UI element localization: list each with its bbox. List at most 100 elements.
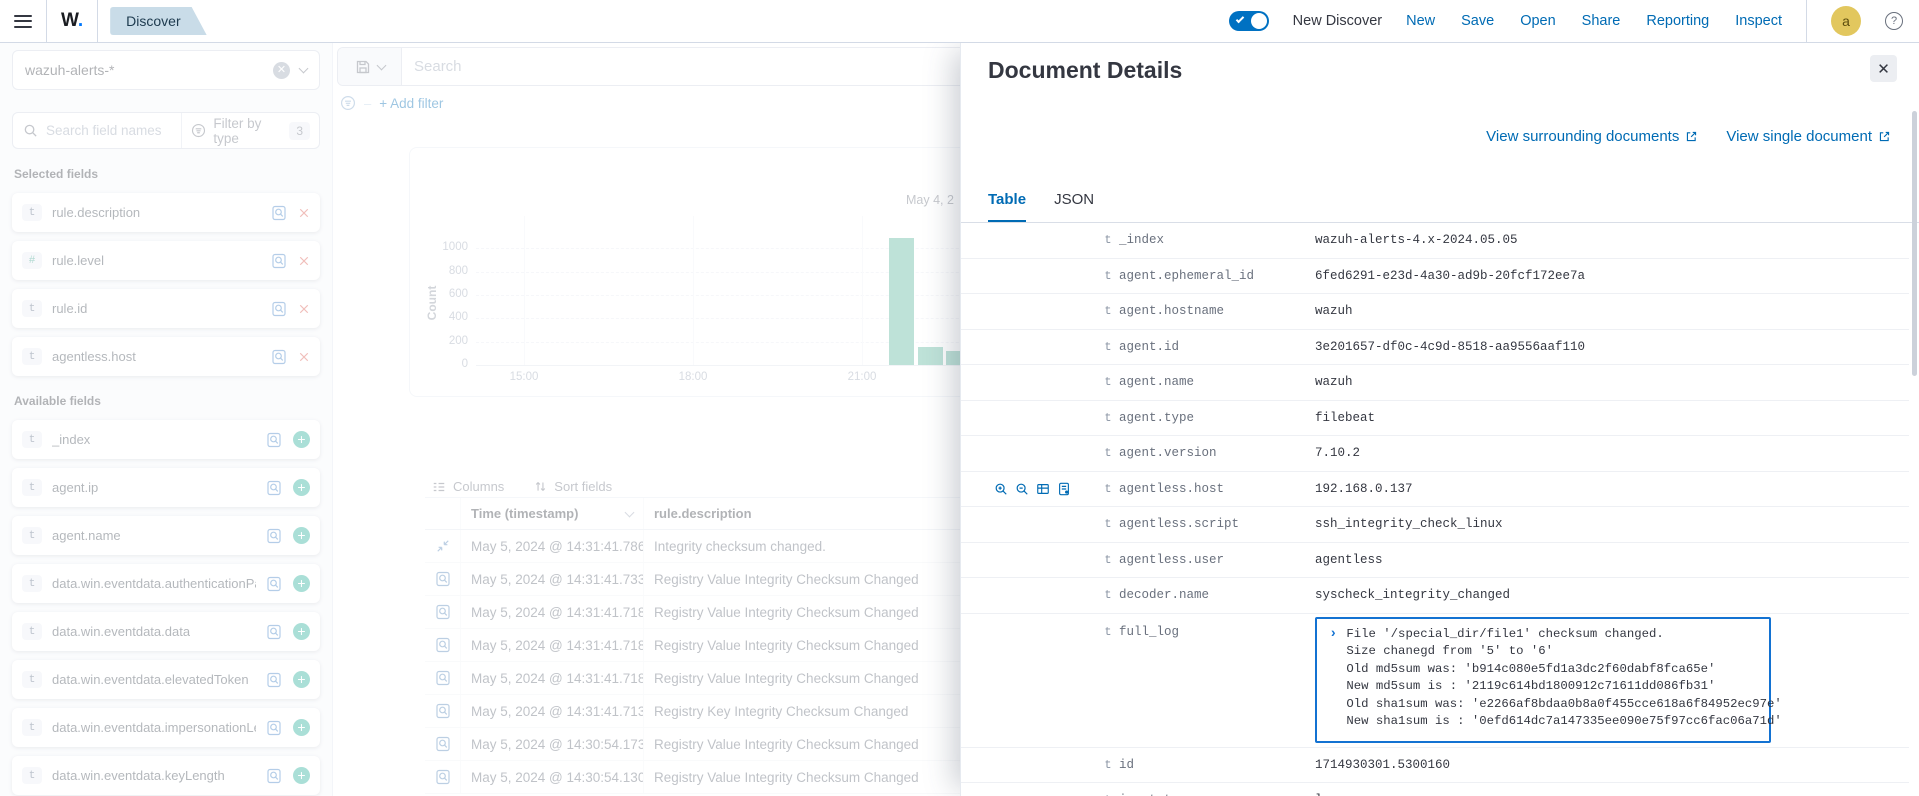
close-icon[interactable]: ✕ — [1870, 55, 1897, 82]
index-pattern-picker[interactable]: wazuh-alerts-* ✕ — [12, 50, 320, 90]
nav-link-inspect[interactable]: Inspect — [1735, 13, 1782, 29]
inspect-field-icon[interactable] — [271, 205, 287, 221]
help-icon[interactable]: ? — [1885, 12, 1903, 30]
chevron-down-icon[interactable] — [299, 64, 309, 74]
inspect-field-icon[interactable] — [266, 624, 282, 640]
gridline-vertical — [524, 216, 525, 365]
remove-field-icon[interactable] — [298, 351, 310, 363]
expand-document-icon[interactable] — [435, 736, 451, 752]
nav-link-save[interactable]: Save — [1461, 13, 1494, 29]
add-field-icon[interactable]: + — [293, 719, 310, 736]
filter-for-value-icon[interactable] — [994, 482, 1008, 496]
inspect-field-icon[interactable] — [271, 349, 287, 365]
inspect-field-icon[interactable] — [271, 301, 287, 317]
field-type-icon: t — [22, 575, 42, 592]
rule-description-value: Integrity checksum changed. — [654, 539, 826, 554]
field-type-icon: # — [22, 252, 42, 269]
inspect-field-icon[interactable] — [266, 432, 282, 448]
search-field-names-input[interactable] — [46, 123, 171, 138]
toggle-column-icon[interactable] — [1036, 482, 1050, 496]
inspect-field-icon[interactable] — [266, 528, 282, 544]
field-name: decoder.name — [1119, 588, 1315, 602]
remove-field-icon[interactable] — [298, 303, 310, 315]
wazuh-logo[interactable]: W. — [61, 10, 83, 32]
collapse-document-icon[interactable] — [436, 539, 450, 553]
query-search-input[interactable] — [414, 58, 969, 75]
nav-link-open[interactable]: Open — [1520, 13, 1555, 29]
field-name: agent.ip — [52, 480, 98, 495]
tab-table[interactable]: Table — [988, 191, 1026, 222]
histogram-bar[interactable] — [889, 238, 914, 365]
remove-field-icon[interactable] — [298, 207, 310, 219]
inspect-field-icon[interactable] — [266, 576, 282, 592]
field-item[interactable]: tagent.ip+ — [12, 468, 320, 507]
field-item[interactable]: tdata.win.eventdata.authenticationPackag… — [12, 564, 320, 603]
scrollbar-thumb[interactable] — [1912, 111, 1917, 376]
x-tick-label: 18:00 — [671, 371, 715, 383]
field-item[interactable]: tdata.win.eventdata.data+ — [12, 612, 320, 651]
row-toggle-cell — [425, 728, 461, 760]
selected-fields-list: trule.description #rule.level trule.id tage… — [12, 193, 320, 376]
expand-document-icon[interactable] — [435, 769, 451, 785]
inspect-field-icon[interactable] — [266, 768, 282, 784]
filter-by-type-button[interactable]: Filter by type 3 — [181, 113, 319, 148]
rule-description-value: Registry Value Integrity Checksum Change… — [654, 605, 919, 620]
column-header-time[interactable]: Time (timestamp) — [461, 498, 644, 529]
flyout-link-single[interactable]: View single document — [1726, 128, 1891, 145]
add-field-icon[interactable]: + — [293, 671, 310, 688]
flyout-link-surrounding[interactable]: View surrounding documents — [1486, 128, 1698, 145]
columns-button[interactable]: Columns — [432, 479, 504, 494]
inspect-field-icon[interactable] — [266, 672, 282, 688]
filter-menu-icon[interactable] — [340, 95, 356, 111]
field-item[interactable]: #rule.level — [12, 241, 320, 280]
expand-document-icon[interactable] — [435, 637, 451, 653]
rule-description-value: Registry Value Integrity Checksum Change… — [654, 638, 919, 653]
clear-index-icon[interactable]: ✕ — [273, 62, 290, 79]
rule-description-value: Registry Value Integrity Checksum Change… — [654, 737, 919, 752]
document-field-row: tagent.ephemeral_id6fed6291-e23d-4a30-ad… — [961, 259, 1909, 295]
field-value: wazuh-alerts-4.x-2024.05.05 — [1315, 233, 1909, 247]
add-field-icon[interactable]: + — [293, 575, 310, 592]
inspect-field-icon[interactable] — [266, 480, 282, 496]
field-item[interactable]: trule.id — [12, 289, 320, 328]
nav-link-new[interactable]: New — [1406, 13, 1435, 29]
sort-fields-button[interactable]: Sort fields — [534, 479, 612, 494]
field-type-icon: t — [1097, 758, 1119, 772]
field-item[interactable]: tagent.name+ — [12, 516, 320, 555]
nav-link-reporting[interactable]: Reporting — [1646, 13, 1709, 29]
document-field-row: tagent.id3e201657-df0c-4c9d-8518-aa9556a… — [961, 330, 1909, 366]
add-field-icon[interactable]: + — [293, 767, 310, 784]
field-item[interactable]: trule.description — [12, 193, 320, 232]
add-field-icon[interactable]: + — [293, 527, 310, 544]
field-item[interactable]: tdata.win.eventdata.keyLength+ — [12, 756, 320, 795]
saved-query-menu[interactable] — [338, 48, 402, 85]
field-item[interactable]: tdata.win.eventdata.impersonationLevel+ — [12, 708, 320, 747]
field-item[interactable]: t_index+ — [12, 420, 320, 459]
field-actions — [271, 301, 310, 317]
expand-chevron-icon[interactable]: › — [1329, 626, 1337, 731]
add-field-icon[interactable]: + — [293, 623, 310, 640]
inspect-field-icon[interactable] — [266, 720, 282, 736]
avatar[interactable]: a — [1831, 6, 1861, 36]
expand-document-icon[interactable] — [435, 604, 451, 620]
field-item[interactable]: tagentless.host — [12, 337, 320, 376]
nav-link-share[interactable]: Share — [1582, 13, 1621, 29]
new-discover-toggle[interactable] — [1229, 11, 1269, 31]
filter-out-value-icon[interactable] — [1015, 482, 1029, 496]
add-field-icon[interactable]: + — [293, 479, 310, 496]
add-field-icon[interactable]: + — [293, 431, 310, 448]
hamburger-menu-icon[interactable] — [14, 15, 32, 28]
expand-document-icon[interactable] — [435, 571, 451, 587]
expand-document-icon[interactable] — [435, 703, 451, 719]
histogram-bar[interactable] — [918, 347, 943, 365]
tab-json[interactable]: JSON — [1054, 191, 1094, 222]
field-type-icon: t — [22, 623, 42, 640]
sort-chevron-icon[interactable] — [625, 507, 635, 517]
filter-field-present-icon[interactable] — [1057, 482, 1071, 496]
inspect-field-icon[interactable] — [271, 253, 287, 269]
expand-document-icon[interactable] — [435, 670, 451, 686]
add-filter-button[interactable]: + Add filter — [379, 96, 443, 111]
tab-discover[interactable]: Discover — [110, 7, 206, 35]
remove-field-icon[interactable] — [298, 255, 310, 267]
field-item[interactable]: tdata.win.eventdata.elevatedToken+ — [12, 660, 320, 699]
